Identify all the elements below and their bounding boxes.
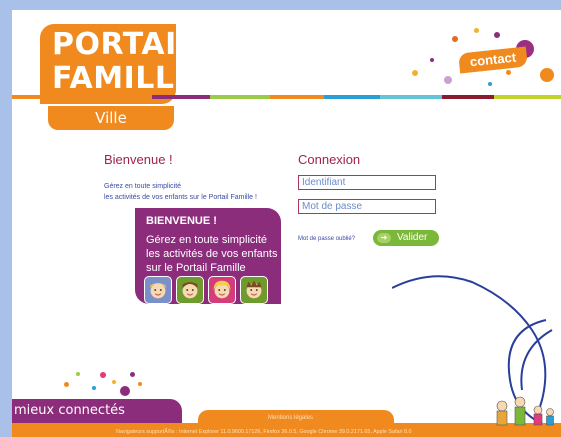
decorative-dot — [412, 70, 418, 76]
decorative-dot — [64, 382, 69, 387]
decorative-dot — [540, 68, 554, 82]
card-line2: les activités de vos enfants — [146, 248, 278, 260]
card-line3: sur le Portail Famille — [146, 262, 246, 274]
legal-notice-link[interactable]: Mentions légales — [268, 415, 313, 421]
forgot-password-link[interactable]: Mot de passe oublié? — [298, 236, 355, 242]
card-line1: Gérez en toute simplicité — [146, 234, 268, 246]
arrow-right-icon: ➔ — [377, 233, 391, 243]
color-stripe — [494, 95, 561, 99]
child-avatar-icon — [144, 276, 172, 304]
login-title: Connexion — [298, 152, 361, 167]
decorative-dot — [488, 82, 492, 86]
welcome-text-line2: les activités de vos enfants sur le Port… — [104, 194, 257, 201]
decorative-dot — [494, 32, 500, 38]
supported-browsers-text: Navigateurs supportÃ©s : Internet Explor… — [116, 429, 412, 435]
portal-famille-logo[interactable]: PORTAIL FAMILLE — [40, 24, 196, 104]
color-stripe — [210, 95, 270, 99]
color-stripe — [324, 95, 380, 99]
child-avatar-icon — [176, 276, 204, 304]
welcome-text-line1: Gérez en toute simplicité — [104, 183, 182, 190]
decorative-dot — [452, 36, 458, 42]
portal-page: PORTAIL FAMILLE Ville d'Annoeullin conta… — [12, 10, 561, 437]
color-stripe — [152, 95, 210, 99]
decorative-dot — [138, 382, 142, 386]
decorative-dot — [120, 386, 130, 396]
identifier-input[interactable]: Identifiant — [298, 175, 436, 190]
logo-text-line2: FAMILLE — [52, 61, 196, 96]
welcome-title: Bienvenue ! — [104, 152, 173, 167]
child-avatar-icon — [208, 276, 236, 304]
decorative-dot — [112, 380, 116, 384]
family-illustration-icon — [496, 396, 554, 426]
color-stripe — [270, 95, 324, 99]
footer-tagline: mieux connectés ensemble — [12, 399, 182, 437]
child-avatar-icon — [240, 276, 268, 304]
card-title: BIENVENUE ! — [146, 215, 217, 227]
decorative-dot — [430, 58, 434, 62]
decorative-dot — [92, 386, 96, 390]
decorative-dot — [444, 76, 452, 84]
decorative-dot — [130, 372, 135, 377]
decorative-dot — [474, 28, 479, 33]
color-stripe — [380, 95, 442, 99]
decorative-dot — [100, 372, 106, 378]
color-stripe — [12, 95, 70, 99]
decorative-dot — [506, 70, 511, 75]
logo-subtitle: Ville d'Annoeullin — [48, 106, 174, 151]
decorative-dot — [76, 372, 80, 376]
password-input[interactable]: Mot de passe — [298, 199, 436, 214]
validate-button[interactable]: ➔ Valider — [373, 230, 439, 246]
color-stripe — [442, 95, 494, 99]
logo-text-line1: PORTAIL — [52, 27, 197, 62]
contact-button[interactable]: contact — [458, 46, 528, 74]
validate-label: Valider — [397, 232, 428, 243]
